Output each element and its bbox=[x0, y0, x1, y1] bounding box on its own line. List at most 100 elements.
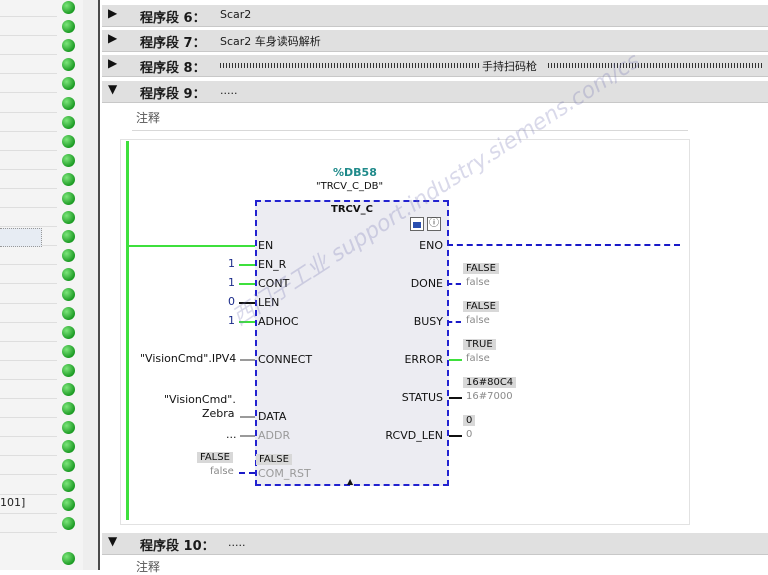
pin-status: STATUS bbox=[401, 391, 443, 404]
network-comment[interactable]: 手持扫码枪 bbox=[482, 58, 537, 74]
pin-eno: ENO bbox=[419, 239, 443, 252]
tree-row-divider bbox=[0, 455, 57, 457]
en-r-wire bbox=[239, 264, 255, 266]
tree-row-divider bbox=[0, 340, 57, 342]
tree-row-divider bbox=[0, 130, 57, 132]
tree-row-divider bbox=[0, 226, 57, 228]
status-ok-icon bbox=[62, 344, 75, 358]
expand-icon[interactable]: ▶ bbox=[108, 6, 117, 20]
panel-splitter[interactable] bbox=[83, 0, 98, 570]
network-title: 程序段 8： bbox=[140, 61, 206, 76]
pin-connect: CONNECT bbox=[258, 353, 313, 366]
eno-wire bbox=[447, 244, 680, 246]
comment-hatching bbox=[220, 63, 480, 68]
network-comment[interactable]: ..... bbox=[220, 84, 237, 97]
network-title: 程序段 9： bbox=[140, 87, 206, 102]
network-8-header[interactable]: ▶ 程序段 8： 手持扫码枪 bbox=[102, 55, 768, 77]
com-rst-wire bbox=[239, 472, 255, 474]
done-badge[interactable]: FALSE bbox=[463, 263, 499, 274]
tree-row-divider bbox=[0, 398, 57, 399]
network-9-note[interactable]: 注释 bbox=[136, 109, 160, 126]
network-title: 程序段 10： bbox=[140, 539, 215, 554]
splitter-line bbox=[98, 0, 100, 570]
network-comment[interactable]: ..... bbox=[228, 536, 245, 549]
network-7-header[interactable]: ▶ 程序段 7： Scar2 车身读码解析 bbox=[102, 30, 768, 52]
collapse-icon[interactable]: ▼ bbox=[108, 534, 117, 548]
addr-operand[interactable]: ... bbox=[226, 428, 237, 441]
rcvd-len-wire bbox=[447, 435, 462, 437]
network-comment[interactable]: Scar2 bbox=[220, 8, 251, 21]
instance-db-name[interactable]: "TRCV_C_DB" bbox=[316, 181, 383, 192]
expand-icon[interactable]: ▶ bbox=[108, 31, 117, 45]
data-operand-line2[interactable]: Zebra bbox=[202, 407, 235, 420]
tree-item-label: 101] bbox=[0, 496, 26, 509]
status-ok-icon bbox=[62, 421, 75, 435]
status-ok-icon bbox=[62, 96, 75, 110]
error-badge[interactable]: TRUE bbox=[463, 339, 496, 350]
block-help-icon[interactable]: ⓘ bbox=[427, 217, 441, 231]
tree-row-divider bbox=[0, 283, 57, 285]
pin-error: ERROR bbox=[404, 353, 443, 366]
busy-wire bbox=[447, 321, 461, 323]
pin-addr: ADDR bbox=[258, 429, 291, 442]
network-title: 程序段 7： bbox=[140, 36, 206, 51]
busy-badge[interactable]: FALSE bbox=[463, 301, 499, 312]
en-r-value[interactable]: 1 bbox=[228, 257, 235, 270]
cont-value[interactable]: 1 bbox=[228, 276, 235, 289]
status-ok-icon bbox=[62, 478, 75, 492]
note-underline bbox=[132, 130, 688, 131]
expand-icon[interactable]: ▶ bbox=[108, 56, 117, 70]
instance-db-address: %DB58 bbox=[333, 166, 377, 179]
status-ok-icon bbox=[62, 39, 75, 53]
status-ok-icon bbox=[62, 268, 75, 282]
tree-row-divider bbox=[0, 417, 57, 419]
connect-operand[interactable]: "VisionCmd".IPV4 bbox=[140, 352, 236, 365]
status-ok-icon bbox=[62, 306, 75, 320]
tree-row-divider bbox=[0, 302, 57, 304]
busy-sub: false bbox=[466, 315, 490, 326]
pin-com-rst: COM_RST bbox=[258, 467, 311, 480]
tree-row-divider bbox=[0, 493, 57, 495]
status-ok-icon bbox=[62, 192, 75, 205]
status-ok-icon bbox=[62, 230, 75, 244]
status-wire bbox=[447, 397, 462, 399]
status-ok-icon bbox=[62, 363, 75, 377]
collapse-icon[interactable]: ▼ bbox=[108, 82, 117, 96]
tree-row-divider bbox=[0, 73, 57, 75]
com-rst-operand-badge[interactable]: FALSE bbox=[197, 452, 233, 463]
status-ok-icon bbox=[62, 172, 75, 186]
status-ok-icon bbox=[62, 115, 75, 129]
status-ok-icon bbox=[62, 153, 75, 167]
rcvd-len-sub: 0 bbox=[466, 429, 473, 440]
block-expand-icon[interactable]: ▲ bbox=[347, 477, 353, 486]
status-ok-icon bbox=[62, 516, 75, 530]
tree-row-divider bbox=[0, 92, 57, 94]
network-comment[interactable]: Scar2 车身读码解析 bbox=[220, 33, 321, 49]
network-10-header[interactable]: ▼ 程序段 10： ..... bbox=[102, 533, 768, 555]
network-10-note[interactable]: 注释 bbox=[136, 558, 160, 575]
connect-wire bbox=[240, 359, 255, 361]
status-ok-icon bbox=[62, 20, 75, 34]
rcvd-len-badge[interactable]: 0 bbox=[463, 415, 476, 426]
selected-tree-row[interactable] bbox=[0, 228, 42, 247]
data-wire bbox=[240, 416, 255, 418]
tree-row-divider bbox=[0, 168, 57, 170]
status-ok-icon bbox=[62, 459, 75, 473]
data-operand-line1[interactable]: "VisionCmd". bbox=[164, 393, 236, 406]
status-ok-icon bbox=[62, 325, 75, 339]
network-9-header[interactable]: ▼ 程序段 9： ..... bbox=[102, 81, 768, 103]
tree-row-divider bbox=[0, 264, 57, 266]
power-rail bbox=[126, 141, 129, 520]
network-title: 程序段 6： bbox=[140, 11, 206, 26]
tree-row-divider bbox=[0, 474, 57, 476]
status-badge[interactable]: 16#80C4 bbox=[463, 377, 517, 388]
pin-rcvd-len: RCVD_LEN bbox=[385, 429, 443, 442]
tree-row-divider bbox=[0, 321, 57, 323]
status-ok-icon bbox=[62, 134, 75, 148]
error-wire bbox=[447, 359, 462, 361]
tree-row-divider bbox=[0, 187, 57, 189]
status-ok-icon bbox=[62, 249, 75, 263]
network-6-header[interactable]: ▶ 程序段 6： Scar2 bbox=[102, 5, 768, 27]
done-wire bbox=[447, 283, 461, 285]
done-sub: false bbox=[466, 277, 490, 288]
